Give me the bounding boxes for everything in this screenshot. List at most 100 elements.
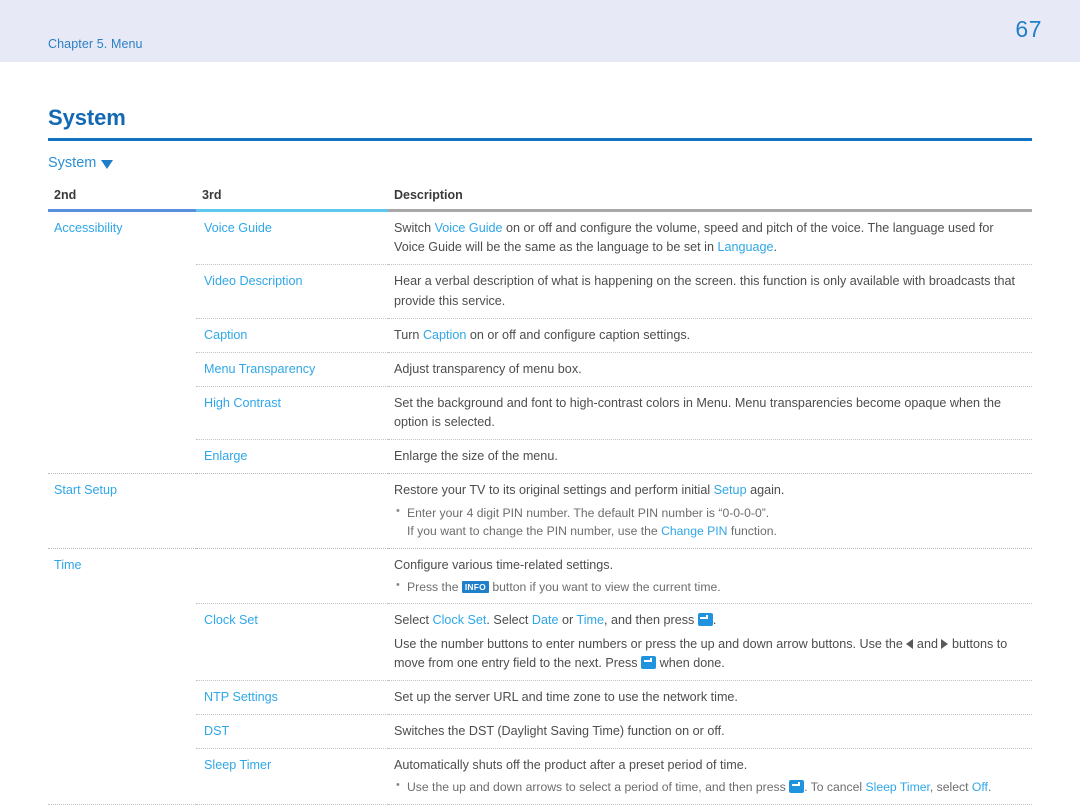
description-text: Turn Caption on or off and configure cap… [394, 326, 1026, 345]
description-text: Restore your TV to its original settings… [394, 481, 1026, 500]
description-text: Set up the server URL and time zone to u… [394, 688, 1026, 707]
cell-2nd-level [48, 265, 196, 318]
menu-reference: Off [971, 780, 988, 795]
table-body: Accessibility Voice Guide Switch Voice Gui… [48, 211, 1032, 805]
cell-description: Enlarge the size of the menu. [388, 439, 1032, 474]
text-run: Turn [394, 327, 423, 342]
cell-2nd-level: Accessibility [54, 221, 123, 236]
description-text: Select Clock Set. Select Date or Time, a… [394, 611, 1026, 630]
cell-2nd-level [48, 714, 196, 748]
text-run: If you want to change the PIN number, us… [407, 524, 662, 539]
cell-2nd-level [48, 440, 196, 474]
text-run: Use the number buttons to enter numbers … [394, 636, 907, 651]
column-header-3rd: 3rd [196, 185, 388, 213]
table-row: Clock Set Select Clock Set. Select Date o… [48, 603, 1032, 681]
note-bullet: Use the up and down arrows to select a p… [394, 777, 1026, 797]
page-header: Chapter 5. Menu 67 [0, 0, 1080, 62]
text-run: Restore your TV to its original settings… [394, 483, 714, 498]
cell-2nd-level [48, 680, 196, 714]
menu-reference: Language [717, 240, 774, 255]
text-run: Configure various time-related settings. [394, 557, 614, 572]
text-run: when done. [656, 655, 725, 670]
description-text: Enlarge the size of the menu. [394, 447, 1026, 466]
description-text: Adjust transparency of menu box. [394, 360, 1026, 379]
description-text: Configure various time-related settings. [394, 556, 1026, 575]
text-run: . [773, 240, 778, 255]
cell-description: Adjust transparency of menu box. [388, 351, 1032, 387]
table-header: 2nd 3rd Description [48, 185, 1032, 213]
cell-3rd-level: Clock Set [196, 603, 388, 681]
text-run: Switch [394, 221, 435, 236]
table-row: NTP Settings Set up the server URL and ti… [48, 679, 1032, 715]
text-run: Enlarge the size of the menu. [394, 449, 558, 464]
page-number: 67 [1015, 16, 1042, 42]
description-text: Switch Voice Guide on or off and configu… [394, 219, 1026, 257]
cell-description: Switch Voice Guide on or off and configu… [388, 211, 1032, 265]
note-continuation: If you want to change the PIN number, us… [394, 522, 1026, 541]
text-run: on or off and configure caption settings… [466, 327, 691, 342]
info-key-icon: INFO [461, 580, 489, 594]
enter-key-icon [641, 655, 657, 669]
description-text: Hear a verbal description of what is hap… [394, 272, 1026, 310]
subsection-heading: System [48, 155, 1032, 171]
text-run: Use the up and down arrows to select a p… [407, 780, 790, 795]
text-run: Select [394, 613, 433, 628]
cell-description: Automatically shuts off the product afte… [388, 748, 1032, 805]
cell-3rd-level: High Contrast [196, 386, 388, 440]
column-header-2nd: 2nd [48, 185, 196, 213]
table-row: Menu Transparency Adjust transparency of … [48, 351, 1032, 387]
description-text: Switches the DST (Daylight Saving Time) … [394, 722, 1026, 741]
menu-reference: Sleep Timer [865, 780, 930, 795]
text-run: . To cancel [804, 780, 866, 795]
table-row: Accessibility Voice Guide Switch Voice Gui… [48, 211, 1032, 265]
chapter-label: Chapter 5. Menu [48, 37, 143, 51]
cell-description: Set up the server URL and time zone to u… [388, 679, 1032, 715]
text-run: . Select [486, 613, 532, 628]
menu-reference: Setup [713, 483, 747, 498]
text-run: Hear a verbal description of what is hap… [394, 274, 1015, 308]
cell-3rd-level: DST [196, 713, 388, 749]
settings-table: 2nd 3rd Description Accessibility Voice G… [48, 185, 1032, 805]
cell-description: Restore your TV to its original settings… [388, 473, 1032, 549]
cell-description: Hear a verbal description of what is hap… [388, 264, 1032, 319]
cell-description: Switches the DST (Daylight Saving Time) … [388, 713, 1032, 749]
text-run: again. [746, 483, 785, 498]
text-run: and [913, 636, 942, 651]
cell-2nd-level [48, 318, 196, 352]
cell-description: Turn Caption on or off and configure cap… [388, 317, 1032, 353]
cell-3rd-level: Caption [196, 317, 388, 353]
cell-3rd-level: Voice Guide [204, 221, 272, 236]
cell-2nd-level [48, 352, 196, 386]
cell-3rd-level [196, 547, 388, 604]
table-row: Caption Turn Caption on or off and config… [48, 317, 1032, 353]
table-header-row: 2nd 3rd Description [48, 185, 1032, 213]
menu-reference: Clock Set [432, 613, 487, 628]
cell-3rd-level: NTP Settings [196, 679, 388, 715]
menu-reference: Date [531, 613, 559, 628]
cell-3rd-level: Sleep Timer [196, 748, 388, 805]
text-run: . [712, 613, 717, 628]
table-row: Time Configure various time-related setti… [48, 547, 1032, 604]
cell-description: Set the background and font to high-cont… [388, 386, 1032, 440]
cell-3rd-level: Enlarge [196, 439, 388, 474]
subsection-label: System [48, 155, 97, 172]
cell-description: Configure various time-related settings.… [388, 547, 1032, 604]
text-run: button if you want to view the current t… [488, 579, 721, 594]
enter-key-icon [789, 780, 805, 794]
table-row: Video Description Hear a verbal descripti… [48, 264, 1032, 319]
cell-2nd-level: Start Setup [48, 473, 196, 549]
table-row: DST Switches the DST (Daylight Saving Tim… [48, 713, 1032, 749]
description-text-secondary: Use the number buttons to enter numbers … [394, 635, 1026, 673]
text-run: . [987, 780, 992, 795]
cell-2nd-level [48, 387, 196, 440]
text-run: Press the [407, 579, 462, 594]
menu-reference: Change PIN [661, 524, 728, 539]
title-underline [48, 138, 1032, 142]
column-header-description: Description [388, 185, 1032, 213]
cell-2nd-level [48, 604, 196, 680]
cell-2nd-level: Time [48, 547, 196, 604]
text-run: Adjust transparency of menu box. [394, 361, 582, 376]
table-row: High Contrast Set the background and font… [48, 386, 1032, 440]
menu-reference: Caption [422, 327, 467, 342]
cell-2nd-level [48, 748, 196, 805]
